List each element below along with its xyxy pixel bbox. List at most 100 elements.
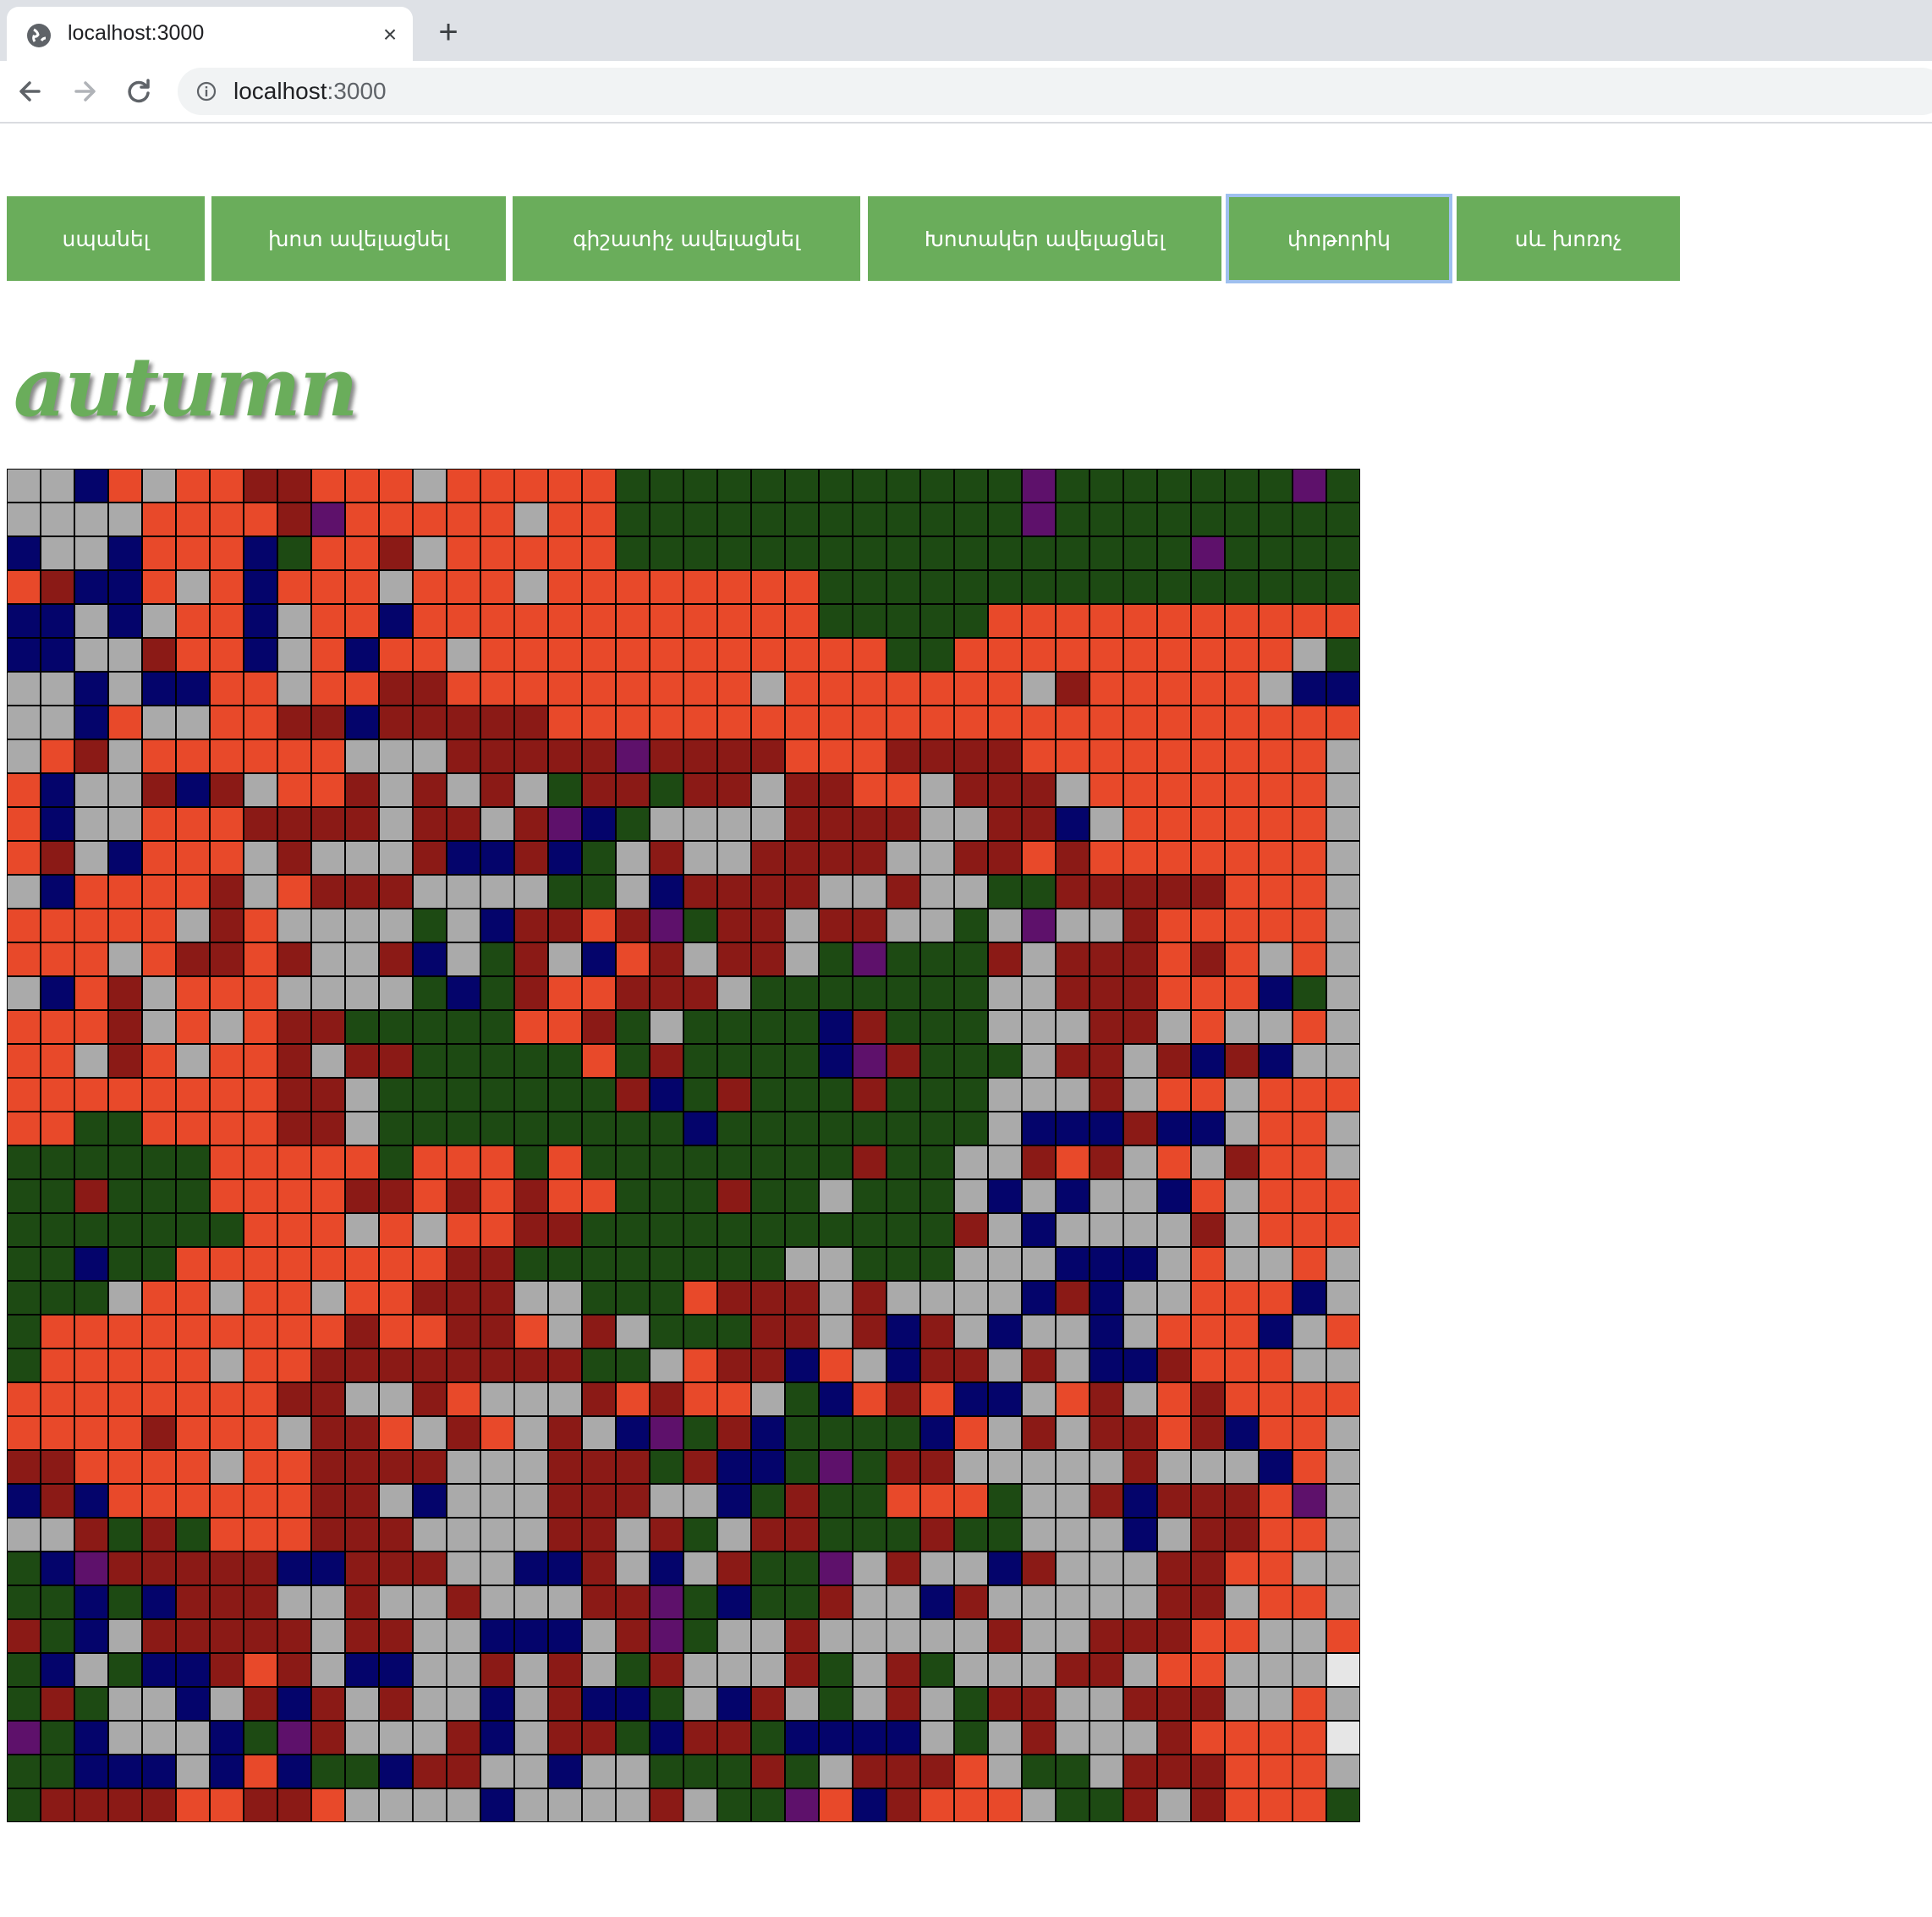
grid-cell [853,773,886,807]
grid-cell [717,570,751,604]
grid-cell [142,706,176,739]
grid-cell [853,1552,886,1585]
grid-cell [74,1078,108,1112]
grid-cell [41,1179,74,1213]
grid-cell [379,1078,413,1112]
grid-cell [74,1721,108,1755]
back-icon[interactable] [12,73,49,110]
add-predator-button[interactable]: գիշատիչ ավելացնել [513,196,860,281]
kill-button[interactable]: սպանել [7,196,205,281]
address-bar[interactable]: localhost:3000 [178,68,1932,115]
grid-cell [1123,841,1157,875]
grid-cell [954,638,988,672]
grid-cell [650,1112,683,1145]
grid-cell [413,1416,447,1450]
reload-icon[interactable] [120,73,157,110]
grid-cell [1326,773,1360,807]
forward-icon[interactable] [66,73,103,110]
grid-cell [7,739,41,773]
grid-cell [1089,976,1123,1010]
grid-cell [683,1179,717,1213]
grid-cell [819,1552,853,1585]
grid-cell [582,1281,616,1315]
grid-cell [1326,1721,1360,1755]
grid-cell [548,807,582,841]
grid-cell [785,1382,819,1416]
grid-cell [886,638,920,672]
grid-cell [582,672,616,706]
grid-cell [1191,909,1225,942]
grid-cell [650,807,683,841]
grid-cell [7,1619,41,1653]
info-icon[interactable] [196,81,217,102]
grid-cell [514,1382,548,1416]
grid-cell [142,807,176,841]
close-icon[interactable]: × [376,20,404,49]
grid-cell [683,773,717,807]
grid-cell [74,942,108,976]
grid-cell [751,1247,785,1281]
browser-tab[interactable]: localhost:3000 × [7,7,413,61]
grid-cell [514,1247,548,1281]
grid-cell [142,503,176,536]
plus-icon[interactable]: + [430,14,467,51]
grid-cell [142,536,176,570]
add-grass-button[interactable]: խոտ ավելացնել [211,196,506,281]
add-herbivore-button[interactable]: Խոտակեր ավելացնել [868,196,1221,281]
grid-cell [345,1484,379,1518]
grid-cell [1056,1687,1089,1721]
grid-cell [988,875,1022,909]
grid-cell [954,672,988,706]
black-hole-button[interactable]: սև խոռոչ [1457,196,1680,281]
grid-cell [1191,1145,1225,1179]
grid-cell [988,1755,1022,1788]
grid-cell [244,1382,277,1416]
grid-cell [345,1078,379,1112]
grid-cell [616,1619,650,1653]
grid-cell [379,1755,413,1788]
grid-cell [785,1687,819,1721]
grid-cell [751,706,785,739]
grid-cell [7,1213,41,1247]
grid-cell [1089,1687,1123,1721]
grid-cell [1123,875,1157,909]
grid-cell [1056,1552,1089,1585]
grid-cell [1225,672,1259,706]
grid-cell [683,1010,717,1044]
grid-cell [413,807,447,841]
grid-cell [480,773,514,807]
grid-cell [1191,1213,1225,1247]
storm-button[interactable]: փոթորիկ [1226,194,1452,283]
grid-cell [683,976,717,1010]
grid-cell [954,1687,988,1721]
grid-cell [41,1687,74,1721]
grid-cell [311,1585,345,1619]
grid-cell [582,1247,616,1281]
grid-cell [1326,739,1360,773]
grid-cell [244,1112,277,1145]
grid-cell [447,638,480,672]
grid-cell [1225,1078,1259,1112]
grid-cell [1326,1687,1360,1721]
grid-cell [345,841,379,875]
grid-cell [785,1653,819,1687]
grid-cell [142,739,176,773]
grid-cell [819,1619,853,1653]
grid-cell [514,1416,548,1450]
grid-cell [920,1450,954,1484]
grid-cell [1293,976,1326,1010]
grid-cell [1089,638,1123,672]
grid-cell [41,841,74,875]
game-grid[interactable] [7,469,1360,1822]
grid-cell [277,1788,311,1822]
grid-cell [210,1788,244,1822]
grid-cell [582,875,616,909]
grid-cell [785,1552,819,1585]
grid-cell [413,1755,447,1788]
grid-cell [74,841,108,875]
grid-cell [920,1315,954,1348]
grid-cell [447,1348,480,1382]
grid-cell [548,1619,582,1653]
grid-cell [480,875,514,909]
grid-cell [1022,1450,1056,1484]
